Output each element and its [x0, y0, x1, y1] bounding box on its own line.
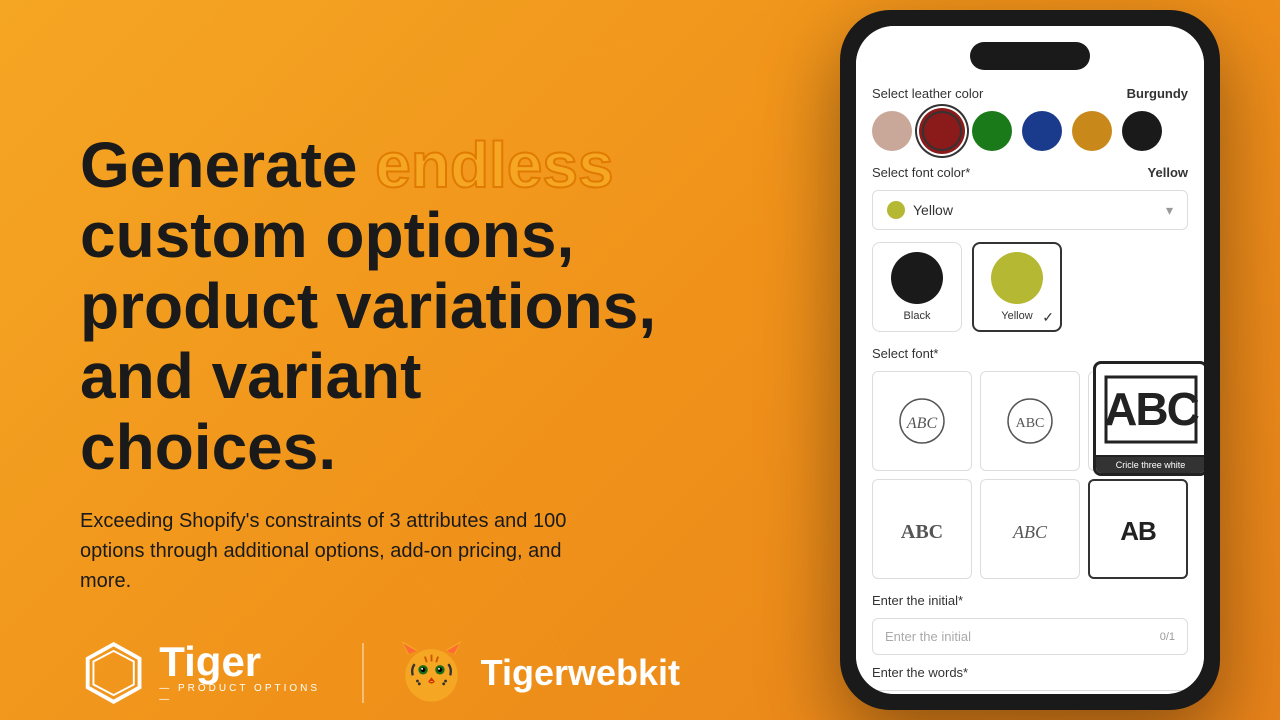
font-swatch-black[interactable]: Black [872, 242, 962, 332]
subtext: Exceeding Shopify's constraints of 3 att… [80, 506, 600, 596]
initial-placeholder: Enter the initial [885, 629, 971, 644]
font-color-dropdown[interactable]: Yellow ▾ [872, 190, 1188, 230]
tiger-hex-icon [80, 638, 147, 708]
headline-suffix: custom options,product variations,and va… [80, 199, 656, 482]
tooltip-label: Cricle three white [1096, 457, 1204, 473]
headline: Generate endless custom options,product … [80, 130, 680, 482]
font-option-6[interactable]: AB [1088, 479, 1188, 579]
tooltip-preview: ABC [1096, 364, 1204, 457]
tigerwebkit-logo: Tigerwebkit [394, 636, 680, 711]
font-color-swatches: Black Yellow ✓ [872, 242, 1188, 332]
tiger-name: Tiger [159, 641, 331, 683]
font-option-4[interactable]: ABC [872, 479, 972, 579]
svg-text:ABC: ABC [901, 521, 943, 543]
tigerwebkit-name: Tigerwebkit [481, 652, 680, 694]
font-option-1[interactable]: ABC [872, 371, 972, 471]
font-color-section: Select font color* Yellow [872, 165, 1188, 180]
words-label: Enter the words* [872, 665, 1188, 680]
font-label: Select font* [872, 346, 939, 361]
leather-color-label: Select leather color [872, 86, 983, 101]
svg-text:ABC: ABC [906, 415, 938, 432]
font-section: Select font* [872, 346, 1188, 361]
swatch-burgundy[interactable] [922, 111, 962, 151]
font-option-5[interactable]: ABC [980, 479, 1080, 579]
phone-frame: Select leather color Burgundy Select fon… [840, 10, 1220, 710]
headline-prefix: Generate [80, 129, 375, 201]
words-section: Enter the words* Enter the words 0/3 [872, 665, 1188, 694]
swatch-black[interactable] [1122, 111, 1162, 151]
leather-color-value: Burgundy [1127, 86, 1188, 101]
initial-input[interactable]: Enter the initial 0/1 [872, 618, 1188, 655]
dropdown-arrow-icon: ▾ [1166, 202, 1173, 219]
swatch-tan[interactable] [1072, 111, 1112, 151]
font-color-label: Select font color* [872, 165, 970, 180]
font-swatch-yellow-label: Yellow [1001, 310, 1032, 322]
yellow-checkmark: ✓ [1042, 309, 1054, 326]
font-swatch-black-label: Black [904, 310, 931, 322]
font-tooltip: ABC Cricle three white [1093, 361, 1204, 476]
logo-divider [362, 643, 364, 703]
leather-color-swatches [872, 111, 1188, 151]
font-options-container: ABC ABC ABC ABC ABC [872, 371, 1188, 579]
swatch-pink[interactable] [872, 111, 912, 151]
tiger-logo: Tiger — PRODUCT OPTIONS — [80, 638, 332, 708]
left-content: Generate endless custom options,product … [80, 130, 680, 711]
svg-text:ABC: ABC [1104, 383, 1198, 435]
words-label-text: Enter the words* [872, 665, 968, 680]
leather-color-section: Select leather color Burgundy [872, 86, 1188, 101]
font-option-2[interactable]: ABC [980, 371, 1080, 471]
phone-screen: Select leather color Burgundy Select fon… [856, 26, 1204, 694]
font-color-value: Yellow [1148, 165, 1188, 180]
swatch-navy[interactable] [1022, 111, 1062, 151]
svg-text:ABC: ABC [1012, 522, 1048, 542]
initial-label: Enter the initial* [872, 593, 1188, 608]
swatch-green[interactable] [972, 111, 1012, 151]
logo-area: Tiger — PRODUCT OPTIONS — [80, 636, 680, 711]
phone-notch [970, 42, 1090, 70]
phone-container: Select leather color Burgundy Select fon… [840, 10, 1220, 710]
dropdown-value: Yellow [913, 202, 953, 218]
tigerwebkit-icon [394, 636, 469, 711]
headline-accent: endless [375, 129, 613, 201]
phone-content[interactable]: Select leather color Burgundy Select fon… [856, 26, 1204, 694]
initial-counter: 0/1 [1160, 631, 1175, 643]
font-swatch-yellow[interactable]: Yellow ✓ [972, 242, 1062, 332]
svg-text:AB: AB [1120, 516, 1156, 546]
initial-label-text: Enter the initial* [872, 593, 963, 608]
words-input[interactable]: Enter the words 0/3 [872, 690, 1188, 694]
tiger-subtitle: — PRODUCT OPTIONS — [159, 683, 331, 705]
svg-text:ABC: ABC [1016, 416, 1045, 431]
initial-section: Enter the initial* Enter the initial 0/1 [872, 593, 1188, 655]
